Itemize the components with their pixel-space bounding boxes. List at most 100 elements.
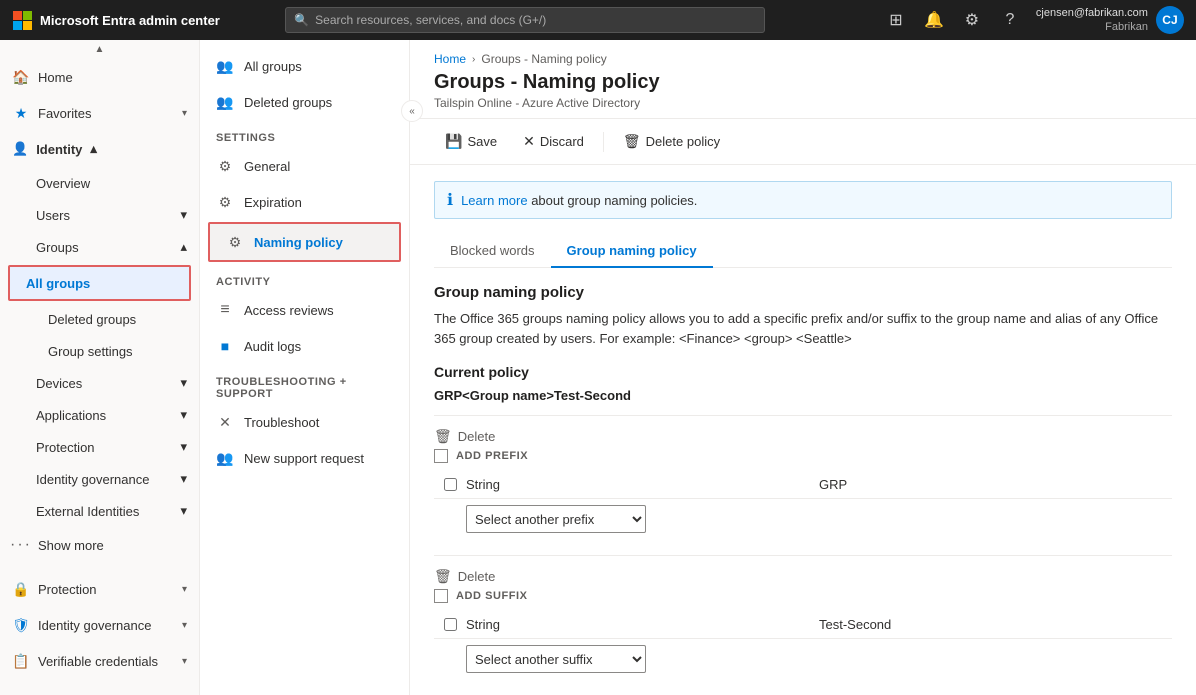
mid-nav-all-groups-label: All groups bbox=[244, 59, 302, 74]
mid-nav-deleted-groups[interactable]: 👥 Deleted groups bbox=[200, 84, 409, 120]
tab-group-naming-policy[interactable]: Group naming policy bbox=[551, 235, 713, 268]
sidebar-item-all-groups[interactable]: All groups bbox=[10, 267, 189, 299]
suffix-delete-label[interactable]: Delete bbox=[458, 569, 496, 584]
suffix-checkbox[interactable] bbox=[434, 589, 448, 603]
protection-chevron: ▾ bbox=[180, 439, 187, 455]
mid-nav-general[interactable]: ⚙ General bbox=[200, 148, 409, 184]
content-header: Home › Groups - Naming policy Groups - N… bbox=[410, 40, 1196, 119]
mid-nav-new-support[interactable]: 👥 New support request bbox=[200, 440, 409, 476]
mid-nav-access-reviews-label: Access reviews bbox=[244, 303, 334, 318]
access-reviews-nav-icon: ≡ bbox=[216, 301, 234, 319]
sidebar-item-learn-support[interactable]: ? Learn & support ▴ bbox=[0, 687, 199, 695]
portal-icon[interactable]: ⊞ bbox=[884, 8, 908, 32]
policy-section-title: Group naming policy bbox=[434, 284, 1172, 301]
sidebar-label-all-groups: All groups bbox=[26, 276, 90, 291]
toolbar: 💾 Save ✕ Discard 🗑 Delete policy bbox=[410, 119, 1196, 165]
search-icon: 🔍 bbox=[294, 13, 309, 27]
sidebar-item-group-settings[interactable]: Group settings bbox=[0, 335, 199, 367]
content-body: ℹ Learn more about group naming policies… bbox=[410, 165, 1196, 695]
applications-chevron: ▾ bbox=[180, 407, 187, 423]
sidebar-item-show-more[interactable]: ··· Show more bbox=[0, 527, 199, 563]
suffix-select[interactable]: Select another suffix bbox=[466, 645, 646, 673]
sidebar-item-protection[interactable]: Protection ▾ bbox=[0, 431, 199, 463]
discard-label: Discard bbox=[540, 134, 584, 149]
all-groups-container: All groups bbox=[8, 265, 191, 301]
info-icon: ℹ bbox=[447, 190, 453, 210]
policy-description: The Office 365 groups naming policy allo… bbox=[434, 309, 1172, 348]
prefix-delete-label[interactable]: Delete bbox=[458, 429, 496, 444]
suffix-label: ADD SUFFIX bbox=[456, 590, 528, 602]
user-email: cjensen@fabrikan.com bbox=[1036, 6, 1148, 20]
sidebar-item-verifiable-creds[interactable]: 📋 Verifiable credentials ▾ bbox=[0, 643, 199, 679]
show-more-icon: ··· bbox=[12, 536, 30, 554]
all-groups-nav-icon: 👥 bbox=[216, 57, 234, 75]
prefix-string-checkbox[interactable] bbox=[444, 478, 457, 491]
sidebar-item-devices[interactable]: Devices ▾ bbox=[0, 367, 199, 399]
protection-b-icon: 🔒 bbox=[12, 580, 30, 598]
devices-chevron: ▾ bbox=[180, 375, 187, 391]
save-label: Save bbox=[467, 134, 497, 149]
verifiable-creds-icon: 📋 bbox=[12, 652, 30, 670]
ext-id-chevron: ▾ bbox=[180, 503, 187, 519]
sidebar-item-home[interactable]: 🏠 Home bbox=[0, 59, 199, 95]
help-icon[interactable]: ? bbox=[998, 8, 1022, 32]
prefix-delete-row: 🗑 Delete bbox=[434, 424, 1172, 449]
prefix-select[interactable]: Select another prefix bbox=[466, 505, 646, 533]
user-avatar: CJ bbox=[1156, 6, 1184, 34]
mid-nav-access-reviews[interactable]: ≡ Access reviews bbox=[200, 292, 409, 328]
mid-nav-troubleshoot-label: Troubleshoot bbox=[244, 415, 319, 430]
mid-nav-audit-logs[interactable]: ■ Audit logs bbox=[200, 328, 409, 364]
prefix-string-type: String bbox=[466, 477, 819, 492]
prefix-checkbox[interactable] bbox=[434, 449, 448, 463]
new-support-nav-icon: 👥 bbox=[216, 449, 234, 467]
favorites-icon: ★ bbox=[12, 104, 30, 122]
settings-icon[interactable]: ⚙ bbox=[960, 8, 984, 32]
breadcrumb-current: Groups - Naming policy bbox=[481, 52, 606, 66]
sidebar-item-identity[interactable]: 👤 Identity ▴ bbox=[0, 131, 199, 167]
delete-policy-button[interactable]: 🗑 Delete policy bbox=[612, 127, 731, 156]
discard-button[interactable]: ✕ Discard bbox=[512, 127, 595, 156]
protection-b-chevron: ▾ bbox=[182, 584, 187, 595]
sidebar-item-protection-b[interactable]: 🔒 Protection ▾ bbox=[0, 571, 199, 607]
sidebar-item-identity-governance[interactable]: Identity governance ▾ bbox=[0, 463, 199, 495]
user-menu[interactable]: cjensen@fabrikan.com Fabrikan CJ bbox=[1036, 6, 1184, 35]
sidebar-item-deleted-groups[interactable]: Deleted groups bbox=[0, 303, 199, 335]
suffix-string-row: String Test-Second bbox=[434, 611, 1172, 639]
sidebar-label-show-more: Show more bbox=[38, 538, 187, 553]
suffix-string-checkbox[interactable] bbox=[444, 618, 457, 631]
user-info: cjensen@fabrikan.com Fabrikan bbox=[1036, 6, 1148, 35]
sidebar-item-favorites[interactable]: ★ Favorites ▾ bbox=[0, 95, 199, 131]
sidebar-label-verifiable-creds: Verifiable credentials bbox=[38, 654, 174, 669]
policy-divider-1 bbox=[434, 415, 1172, 416]
sidebar-item-applications[interactable]: Applications ▾ bbox=[0, 399, 199, 431]
sidebar-item-groups[interactable]: Groups ▴ bbox=[0, 231, 199, 263]
identity-icon: 👤 bbox=[12, 141, 28, 157]
toolbar-separator bbox=[603, 132, 604, 152]
id-gov-b-chevron: ▾ bbox=[182, 620, 187, 631]
sidebar-item-identity-gov-b[interactable]: 🛡 Identity governance ▾ bbox=[0, 607, 199, 643]
sidebar-item-external-identities[interactable]: External Identities ▾ bbox=[0, 495, 199, 527]
sidebar-label-protection-b: Protection bbox=[38, 582, 174, 597]
mid-nav-expiration[interactable]: ⚙ Expiration bbox=[200, 184, 409, 220]
tab-blocked-words[interactable]: Blocked words bbox=[434, 235, 551, 268]
breadcrumb-home[interactable]: Home bbox=[434, 52, 466, 66]
prefix-label: ADD PREFIX bbox=[456, 450, 528, 462]
sidebar-label-identity: Identity bbox=[36, 142, 82, 157]
learn-more-link[interactable]: Learn more bbox=[461, 193, 527, 208]
mid-nav-all-groups[interactable]: 👥 All groups bbox=[200, 48, 409, 84]
sidebar-item-overview[interactable]: Overview bbox=[0, 167, 199, 199]
general-nav-icon: ⚙ bbox=[216, 157, 234, 175]
sidebar-item-users[interactable]: Users ▾ bbox=[0, 199, 199, 231]
sidebar-label-home: Home bbox=[38, 70, 187, 85]
search-box[interactable]: 🔍 Search resources, services, and docs (… bbox=[285, 7, 765, 33]
sidebar-label-group-settings: Group settings bbox=[48, 344, 133, 359]
notification-icon[interactable]: 🔔 bbox=[922, 8, 946, 32]
sidebar-label-external-identities: External Identities bbox=[36, 504, 139, 519]
delete-policy-icon: 🗑 bbox=[623, 133, 641, 150]
topbar-right: ⊞ 🔔 ⚙ ? cjensen@fabrikan.com Fabrikan CJ bbox=[884, 6, 1184, 35]
mid-nav-naming-policy[interactable]: ⚙ Naming policy bbox=[210, 224, 399, 260]
save-button[interactable]: 💾 Save bbox=[434, 127, 508, 156]
mid-nav-troubleshoot[interactable]: ✕ Troubleshoot bbox=[200, 404, 409, 440]
id-gov-chevron: ▾ bbox=[180, 471, 187, 487]
app-title: Microsoft Entra admin center bbox=[40, 13, 220, 28]
